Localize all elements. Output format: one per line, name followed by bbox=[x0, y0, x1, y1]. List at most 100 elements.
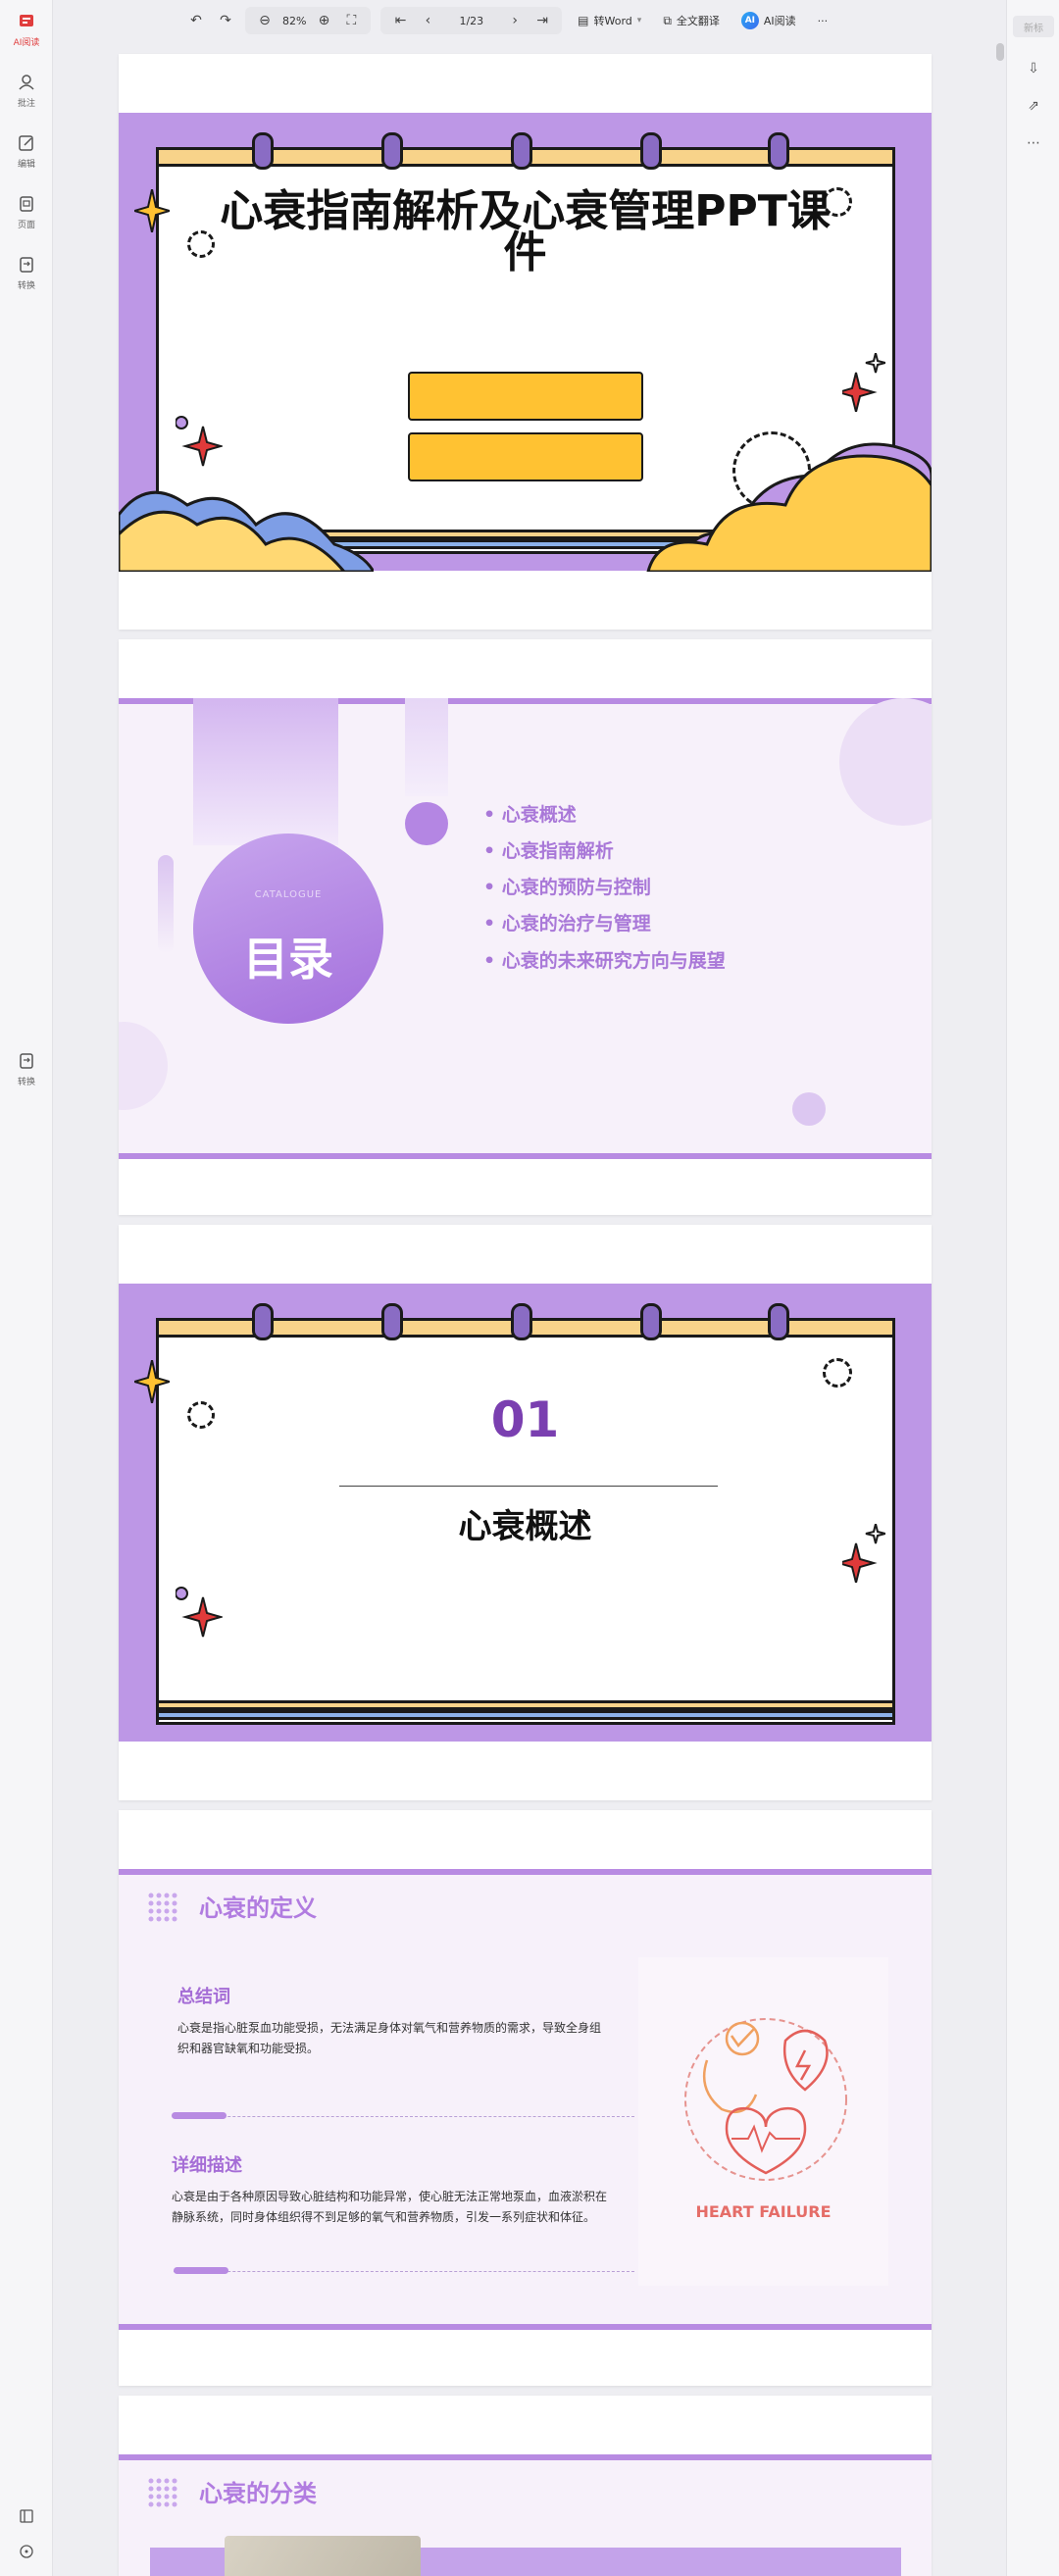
redo-icon[interactable]: ↷ bbox=[216, 11, 235, 30]
slide-title: 心衰的分类 bbox=[199, 2480, 317, 2507]
convert-icon bbox=[20, 257, 33, 273]
ring-icon bbox=[252, 132, 274, 170]
page-5: 心衰的分类 bbox=[119, 2396, 932, 2576]
feedback-button[interactable] bbox=[0, 2542, 53, 2561]
ring-icon bbox=[640, 1303, 662, 1340]
heart-failure-label: HEART FAILURE bbox=[695, 2202, 832, 2221]
sparkle-icon bbox=[134, 189, 170, 232]
slide-title: 心衰的定义 bbox=[199, 1894, 317, 1922]
right-sidebar: 新标 ⇩ ⇗ ⋯ bbox=[1006, 0, 1059, 2576]
divider-line bbox=[174, 2116, 634, 2118]
ring-icon bbox=[640, 132, 662, 170]
sidebar-item-label: AI阅读 bbox=[13, 38, 40, 48]
share-icon[interactable]: ⇗ bbox=[1024, 96, 1043, 116]
summary-heading: 总结词 bbox=[177, 1987, 230, 2007]
sidebar-item-label: 转换 bbox=[17, 281, 35, 291]
zoom-in-icon[interactable]: ⊕ bbox=[314, 11, 333, 30]
ring-icon bbox=[768, 132, 789, 170]
right-top-button[interactable]: 新标 bbox=[1013, 16, 1054, 37]
translate-button[interactable]: ⧉ 全文翻译 bbox=[657, 7, 726, 34]
decor-dot bbox=[405, 802, 448, 845]
title-placeholder-bar bbox=[408, 372, 643, 421]
chevron-down-icon: ▾ bbox=[636, 16, 642, 25]
sidebar-item-annotate[interactable]: 批注 bbox=[0, 73, 53, 109]
decor-bar bbox=[158, 855, 174, 953]
sidebar-toggle-icon bbox=[20, 2509, 33, 2523]
detail-text: 心衰是由于各种原因导致心脏结构和功能异常，使心脏无法正常地泵血，血液淤积在静脉系… bbox=[172, 2190, 608, 2224]
dashed-circle-icon bbox=[187, 230, 215, 258]
ring-icon bbox=[511, 1303, 532, 1340]
next-page-icon[interactable]: › bbox=[505, 11, 525, 30]
catalogue-cn: 目录 bbox=[243, 933, 333, 985]
download-icon[interactable]: ⇩ bbox=[1024, 59, 1043, 78]
content-image bbox=[225, 2536, 421, 2576]
zoom-group: ⊖ 82% ⊕ ⛶ bbox=[245, 7, 372, 34]
left-sidebar: AI阅读 批注 编辑 页面 转换 转换 bbox=[0, 0, 53, 2576]
page-4: 心衰的定义 总结词 心衰是指心脏泵血功能受损，无法满足身体对氧气和营养物质的需求… bbox=[119, 1810, 932, 2386]
section-number: 01 bbox=[490, 1391, 560, 1448]
ai-read-button[interactable]: AI AI阅读 bbox=[735, 7, 802, 34]
dots-pattern-icon bbox=[148, 1893, 177, 1922]
more-icon[interactable]: ⋯ bbox=[1024, 133, 1043, 153]
convert-icon bbox=[20, 1053, 33, 1069]
sidebar-item-edit[interactable]: 编辑 bbox=[0, 133, 53, 170]
feedback-icon bbox=[20, 2545, 33, 2558]
dots-pattern-icon bbox=[148, 2478, 177, 2507]
sparkle-icon bbox=[176, 1587, 223, 1638]
sidebar-item-label: 页面 bbox=[17, 221, 35, 230]
scrollbar-thumb[interactable] bbox=[996, 43, 1004, 61]
more-label: ··· bbox=[817, 14, 829, 27]
edit-icon bbox=[19, 135, 33, 151]
summary-text: 心衰是指心脏泵血功能受损，无法满足身体对氧气和营养物质的需求，导致全身组织和器官… bbox=[177, 2021, 602, 2055]
last-page-icon[interactable]: ⇥ bbox=[532, 11, 552, 30]
progress-fill bbox=[172, 2112, 227, 2119]
prev-page-icon[interactable]: ‹ bbox=[418, 11, 437, 30]
catalogue-item[interactable]: 心衰的预防与控制 bbox=[483, 873, 651, 899]
sidebar-toggle-button[interactable] bbox=[0, 2506, 53, 2526]
ring-icon bbox=[511, 132, 532, 170]
fit-page-icon[interactable]: ⛶ bbox=[341, 11, 361, 30]
catalogue-item[interactable]: 心衰的治疗与管理 bbox=[483, 909, 651, 935]
sidebar-item-page[interactable]: 页面 bbox=[0, 194, 53, 230]
ai-read-icon bbox=[20, 15, 33, 26]
page-indicator[interactable]: 1/23 bbox=[445, 15, 497, 27]
to-word-label: 转Word bbox=[593, 15, 632, 27]
cloud-left-icon bbox=[119, 490, 374, 572]
to-word-button[interactable]: ▤ 转Word ▾ bbox=[572, 7, 647, 34]
translate-label: 全文翻译 bbox=[676, 15, 720, 27]
sidebar-item-convert[interactable]: 转换 bbox=[0, 255, 53, 291]
ring-icon bbox=[381, 1303, 403, 1340]
undo-icon[interactable]: ↶ bbox=[186, 11, 206, 30]
catalogue-en: CATALOGUE bbox=[254, 889, 323, 900]
progress-fill bbox=[174, 2267, 228, 2274]
page-nav-group: ⇤ ‹ 1/23 › ⇥ bbox=[380, 7, 563, 34]
more-button[interactable]: ··· bbox=[812, 7, 834, 34]
sidebar-item-label: 转换 bbox=[17, 1078, 35, 1087]
detail-heading: 详细描述 bbox=[172, 2155, 242, 2176]
decor-dot bbox=[792, 1092, 826, 1126]
sidebar-item-ai-read[interactable]: AI阅读 bbox=[0, 12, 53, 48]
calendar-bottom-bar bbox=[156, 1700, 895, 1710]
toolbar: ↶ ↷ ⊖ 82% ⊕ ⛶ ⇤ ‹ 1/23 › ⇥ ▤ 转Word ▾ ⧉ 全… bbox=[186, 6, 833, 35]
translate-icon: ⧉ bbox=[663, 13, 672, 27]
decor-bar bbox=[193, 698, 338, 845]
zoom-level[interactable]: 82% bbox=[282, 15, 306, 27]
section-divider bbox=[339, 1486, 718, 1487]
ring-icon bbox=[381, 132, 403, 170]
calendar-bottom-bar bbox=[156, 1710, 895, 1720]
sidebar-item-convert-2[interactable]: 转换 bbox=[0, 1051, 53, 1087]
catalogue-item[interactable]: 心衰指南解析 bbox=[483, 836, 614, 863]
annotate-icon bbox=[19, 75, 34, 90]
ai-icon: AI bbox=[740, 12, 759, 29]
dashed-circle-icon bbox=[823, 1358, 852, 1388]
title-placeholder-bar bbox=[408, 432, 643, 481]
catalogue-item[interactable]: 心衰概述 bbox=[483, 800, 577, 827]
zoom-out-icon[interactable]: ⊖ bbox=[255, 11, 275, 30]
ring-icon bbox=[768, 1303, 789, 1340]
heart-failure-icon bbox=[684, 2018, 847, 2181]
first-page-icon[interactable]: ⇤ bbox=[390, 11, 410, 30]
section-title: 心衰概述 bbox=[458, 1507, 592, 1546]
catalogue-item[interactable]: 心衰的未来研究方向与展望 bbox=[483, 946, 726, 973]
divider-line bbox=[174, 2271, 634, 2273]
page-3: 01 心衰概述 bbox=[119, 1225, 932, 1800]
